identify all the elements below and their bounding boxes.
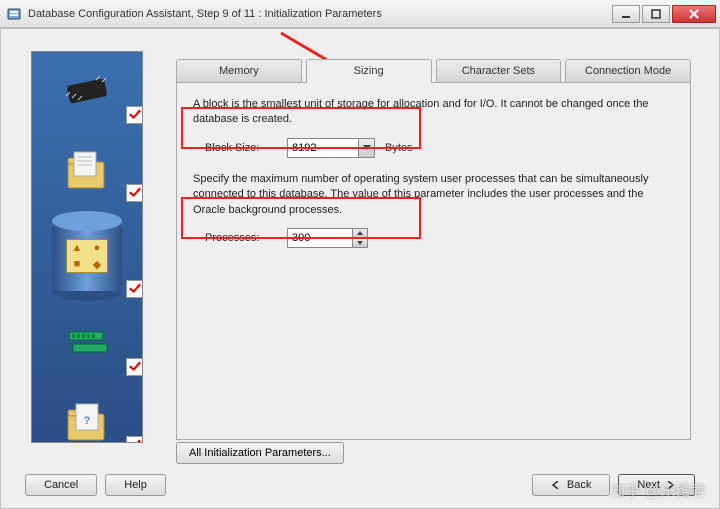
window-title: Database Configuration Assistant, Step 9… [28,8,382,20]
svg-text:?: ? [84,415,91,427]
memory-sticks-icon [65,326,109,360]
wizard-step-5: ? [32,382,142,443]
spinner-down-icon[interactable] [353,238,367,247]
wizard-step-3: ▲ ● ■ ◆ [32,208,142,304]
check-icon [126,436,143,443]
tab-character-sets[interactable]: Character Sets [436,59,562,82]
all-initialization-parameters-button[interactable]: All Initialization Parameters... [176,442,344,464]
chevron-left-icon [551,481,561,489]
cancel-button[interactable]: Cancel [25,474,97,496]
database-icon: ▲ ● ■ ◆ [52,211,122,301]
minimize-button[interactable] [612,5,640,23]
check-icon [126,358,143,376]
footer-buttons: Cancel Help Back Next [25,472,695,498]
back-button[interactable]: Back [532,474,610,496]
close-button[interactable] [672,5,716,23]
maximize-button[interactable] [642,5,670,23]
titlebar: Database Configuration Assistant, Step 9… [0,0,720,28]
back-button-label: Back [567,479,591,491]
app-icon [6,6,22,22]
annotation-highlight-block-size [181,107,421,149]
wizard-step-1 [32,52,142,130]
chevron-right-icon [666,481,676,489]
tab-sizing[interactable]: Sizing [306,59,432,82]
folder-docs-icon [62,144,112,194]
annotation-highlight-processes [181,197,421,239]
wizard-steps-panel: ▲ ● ■ ◆ ? [31,51,143,443]
next-button[interactable]: Next [618,474,695,496]
check-icon [126,184,143,202]
chip-icon [60,76,114,106]
next-button-label: Next [637,479,660,491]
wizard-step-2 [32,130,142,208]
tabs-row: Memory Sizing Character Sets Connection … [176,59,691,83]
check-icon [126,106,143,124]
tab-connection-mode[interactable]: Connection Mode [565,59,691,82]
wizard-step-4 [32,304,142,382]
workspace: ▲ ● ■ ◆ ? Memory Sizing Character Sets C… [0,28,720,509]
tab-memory[interactable]: Memory [176,59,302,82]
folder-question-icon: ? [62,396,112,443]
check-icon [126,280,143,298]
help-button[interactable]: Help [105,474,166,496]
